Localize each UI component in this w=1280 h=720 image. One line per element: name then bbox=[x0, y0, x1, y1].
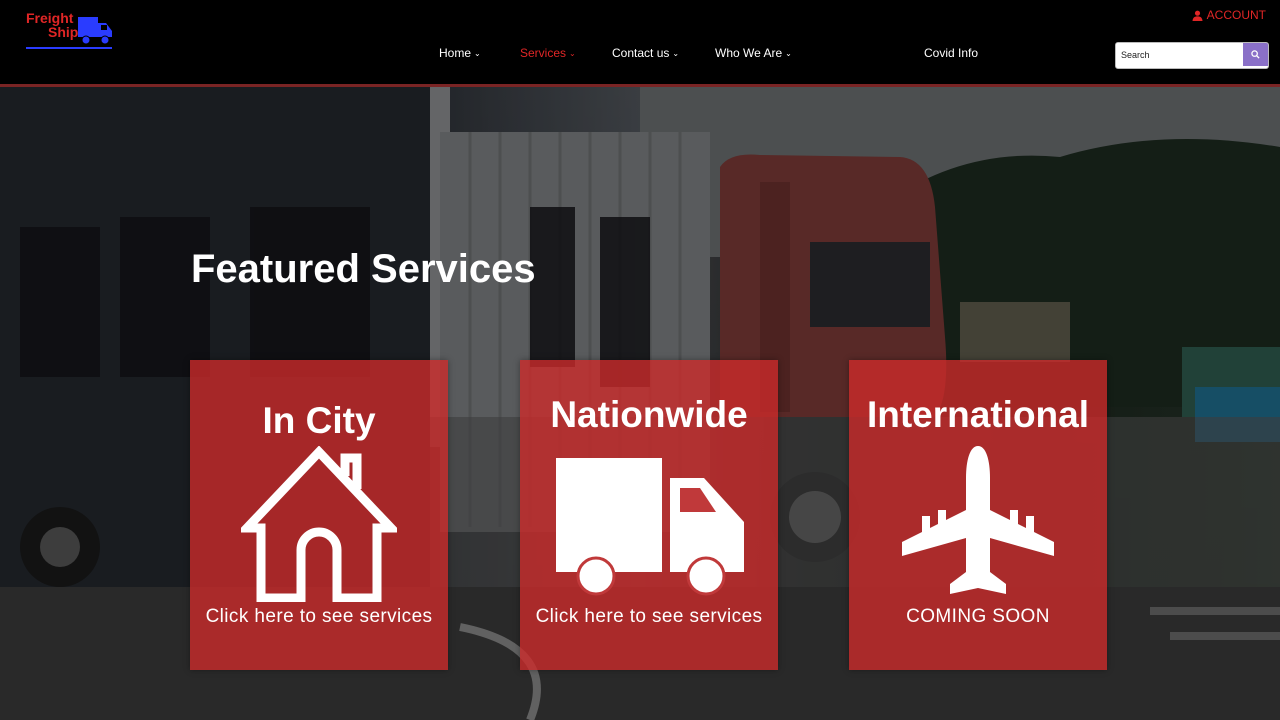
chevron-down-icon: ⌄ bbox=[569, 49, 576, 58]
logo-underline bbox=[26, 47, 112, 49]
service-card-nationwide[interactable]: Nationwide Click here to see services bbox=[520, 360, 778, 670]
card-subtitle: Click here to see services bbox=[205, 606, 433, 627]
card-title: International bbox=[866, 394, 1090, 435]
nav-item-services[interactable]: Services ⌄ bbox=[520, 46, 576, 60]
nav-label: Home bbox=[439, 46, 472, 60]
service-card-international[interactable]: International COMING SOON bbox=[849, 360, 1107, 670]
nav-item-who-we-are[interactable]: Who We Are ⌄ bbox=[715, 46, 792, 60]
airplane-icon bbox=[902, 446, 1054, 594]
nav-label: Who We Are bbox=[715, 46, 783, 60]
search-icon bbox=[1251, 50, 1260, 59]
hero-section: Featured Services In City Click here to … bbox=[0, 87, 1280, 720]
truck-icon bbox=[556, 458, 744, 596]
logo-line-1: Freight bbox=[26, 10, 74, 26]
nav-label: Covid Info bbox=[924, 46, 979, 60]
featured-services-title: Featured Services bbox=[191, 247, 536, 291]
chevron-down-icon: ⌄ bbox=[672, 49, 680, 58]
chevron-down-icon: ⌄ bbox=[474, 49, 481, 58]
house-icon bbox=[241, 446, 397, 602]
user-icon bbox=[1192, 10, 1203, 21]
logo-truck-icon bbox=[78, 17, 112, 45]
logo-line-2: Ship bbox=[48, 24, 79, 40]
nav-item-home[interactable]: Home ⌄ bbox=[439, 46, 481, 60]
nav-item-contact-us[interactable]: Contact us ⌄ bbox=[612, 46, 679, 60]
account-link[interactable]: ACCOUNT bbox=[1192, 8, 1266, 22]
card-title: Nationwide bbox=[550, 394, 748, 435]
freight-ship-logo[interactable]: Freight Ship bbox=[26, 9, 118, 53]
chevron-down-icon: ⌄ bbox=[785, 49, 792, 58]
logo-text: Freight Ship bbox=[26, 11, 78, 39]
card-subtitle: Click here to see services bbox=[535, 606, 763, 627]
search-input[interactable] bbox=[1116, 43, 1243, 66]
card-title: In City bbox=[262, 400, 376, 441]
service-card-in-city[interactable]: In City Click here to see services bbox=[190, 360, 448, 670]
search-button[interactable] bbox=[1243, 43, 1268, 66]
account-label: ACCOUNT bbox=[1206, 8, 1266, 22]
nav-label: Contact us bbox=[612, 46, 670, 60]
site-header: Freight Ship ACCOUNT Home ⌄ Services ⌄ C… bbox=[0, 0, 1280, 87]
nav-label: Services bbox=[520, 46, 567, 60]
card-subtitle: COMING SOON bbox=[906, 606, 1050, 627]
nav-item-covid-info[interactable]: Covid Info bbox=[924, 46, 978, 60]
search-bar bbox=[1115, 42, 1269, 69]
